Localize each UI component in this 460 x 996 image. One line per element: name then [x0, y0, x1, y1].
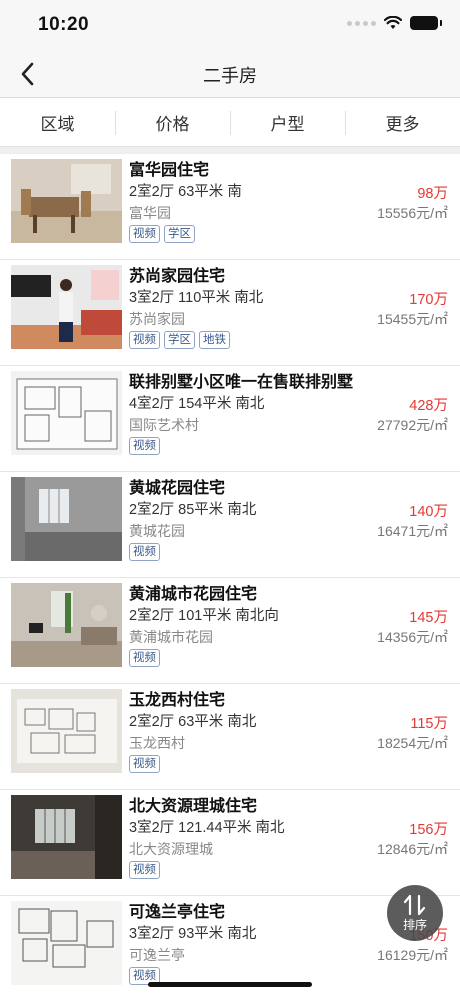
listing-title: 黄城花园住宅 — [129, 480, 226, 497]
status-time: 10:20 — [38, 14, 90, 35]
listing-unit-price: 15455元/㎡ — [377, 311, 448, 327]
filter-more[interactable]: 更多 — [345, 99, 460, 146]
signal-icon — [347, 20, 376, 26]
listing-unit-price: 15556元/㎡ — [377, 205, 448, 221]
filter-region[interactable]: 区域 — [0, 99, 115, 146]
listing-item[interactable]: 苏尚家园住宅 3室2厅 110平米 南北 苏尚家园 170万 15455元/㎡ … — [0, 260, 460, 366]
listing-community: 黄城花园 — [129, 523, 185, 539]
nav-bar: 二手房 — [0, 50, 460, 98]
listing-spec: 3室2厅 93平米 南北 — [129, 926, 257, 942]
listing-price: 98万 — [417, 186, 448, 202]
listing-item[interactable]: 黄城花园住宅 2室2厅 85平米 南北 黄城花园 140万 16471元/㎡ 视… — [0, 472, 460, 578]
filter-layout[interactable]: 户型 — [230, 99, 345, 146]
sort-button[interactable]: 排序 — [387, 885, 443, 941]
listing-photo — [11, 371, 122, 455]
listing-tags: 视频 — [129, 755, 160, 773]
listing-unit-price: 12846元/㎡ — [377, 841, 448, 857]
listing-tags: 视频 — [129, 861, 160, 879]
listing-community: 国际艺术村 — [129, 417, 199, 433]
filter-bar: 区域 价格 户型 更多 — [0, 99, 460, 147]
listing-photo — [11, 265, 122, 349]
listing-title: 联排别墅小区唯一在售联排别墅 — [129, 374, 354, 391]
divider — [0, 147, 460, 154]
tag-video: 视频 — [129, 543, 160, 561]
listing-spec: 3室2厅 121.44平米 南北 — [129, 820, 285, 836]
page-title: 二手房 — [203, 66, 257, 86]
listing-spec: 2室2厅 63平米 南北 — [129, 714, 257, 730]
listing-photo — [11, 795, 122, 879]
tag-metro: 地铁 — [199, 331, 230, 349]
listing-tags: 视频 — [129, 649, 160, 667]
listing-photo — [11, 477, 122, 561]
listing-community: 黄浦城市花园 — [129, 629, 213, 645]
listing-price: 428万 — [409, 398, 448, 414]
listing-photo — [11, 159, 122, 243]
listing-unit-price: 18254元/㎡ — [377, 735, 448, 751]
listing-photo — [11, 901, 122, 985]
listing-unit-price: 16129元/㎡ — [377, 947, 448, 963]
listing-item[interactable]: 玉龙西村住宅 2室2厅 63平米 南北 玉龙西村 115万 18254元/㎡ 视… — [0, 684, 460, 790]
sort-label: 排序 — [402, 917, 427, 932]
listing-unit-price: 27792元/㎡ — [377, 417, 448, 433]
listing-title: 北大资源理城住宅 — [129, 798, 258, 815]
listing-spec: 2室2厅 85平米 南北 — [129, 502, 257, 518]
listing-spec: 2室2厅 101平米 南北向 — [129, 608, 279, 624]
battery-icon — [410, 16, 442, 30]
listing-title: 玉龙西村住宅 — [129, 692, 226, 709]
listing-spec: 2室2厅 63平米 南 — [129, 184, 242, 200]
listing-price: 156万 — [409, 822, 448, 838]
listing-title: 黄浦城市花园住宅 — [129, 586, 258, 603]
status-bar: 10:20 — [0, 0, 460, 50]
listing-price: 140万 — [409, 504, 448, 520]
listing-community: 富华园 — [129, 205, 171, 221]
listing-title: 富华园住宅 — [129, 162, 210, 179]
listing-tags: 视频 学区 — [129, 225, 195, 243]
listing-tags: 视频 — [129, 543, 160, 561]
listing-spec: 3室2厅 110平米 南北 — [129, 290, 264, 306]
listing-price: 145万 — [409, 610, 448, 626]
tag-video: 视频 — [129, 861, 160, 879]
listing-photo — [11, 689, 122, 773]
filter-price[interactable]: 价格 — [115, 99, 230, 146]
listing-price: 170万 — [409, 292, 448, 308]
listing-item[interactable]: 联排别墅小区唯一在售联排别墅 4室2厅 154平米 南北 国际艺术村 428万 … — [0, 366, 460, 472]
listing-price: 115万 — [410, 716, 448, 732]
listing-tags: 视频 学区 地铁 — [129, 331, 230, 349]
home-indicator[interactable] — [148, 982, 312, 987]
tag-school: 学区 — [164, 331, 195, 349]
tag-video: 视频 — [129, 755, 160, 773]
listing-community: 可逸兰亭 — [129, 947, 185, 963]
tag-video: 视频 — [129, 437, 160, 455]
tag-video: 视频 — [129, 225, 160, 243]
listing-community: 玉龙西村 — [129, 735, 185, 751]
listing-spec: 4室2厅 154平米 南北 — [129, 396, 265, 412]
tag-video: 视频 — [129, 649, 160, 667]
listing-unit-price: 16471元/㎡ — [377, 523, 448, 539]
sort-arrows-icon — [403, 894, 426, 915]
listing-community: 北大资源理城 — [129, 841, 213, 857]
listing-title: 苏尚家园住宅 — [129, 268, 226, 285]
listing-item[interactable]: 黄浦城市花园住宅 2室2厅 101平米 南北向 黄浦城市花园 145万 1435… — [0, 578, 460, 684]
listing-title: 可逸兰亭住宅 — [129, 904, 226, 921]
listing-community: 苏尚家园 — [129, 311, 185, 327]
status-icons — [347, 16, 442, 30]
listing-photo — [11, 583, 122, 667]
wifi-icon — [384, 16, 402, 29]
tag-video: 视频 — [129, 331, 160, 349]
listing-tags: 视频 — [129, 437, 160, 455]
listing-unit-price: 14356元/㎡ — [377, 629, 448, 645]
listing-item[interactable]: 富华园住宅 2室2厅 63平米 南 富华园 98万 15556元/㎡ 视频 学区 — [0, 154, 460, 260]
listing-item[interactable]: 北大资源理城住宅 3室2厅 121.44平米 南北 北大资源理城 156万 12… — [0, 790, 460, 896]
tag-school: 学区 — [164, 225, 195, 243]
